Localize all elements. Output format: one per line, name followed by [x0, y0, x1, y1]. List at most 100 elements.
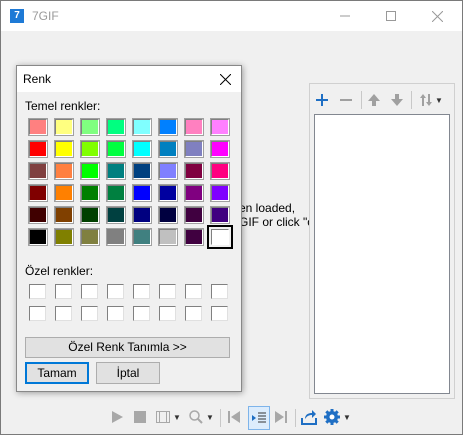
custom-colors-label: Özel renkler: — [25, 264, 94, 278]
custom-color-swatch[interactable] — [211, 306, 228, 321]
color-swatch[interactable] — [106, 184, 126, 202]
minimize-button[interactable] — [322, 1, 368, 31]
custom-color-swatch[interactable] — [55, 306, 72, 321]
play-button[interactable] — [109, 406, 125, 428]
ok-button[interactable]: Tamam — [25, 362, 89, 384]
color-swatch[interactable] — [28, 228, 48, 246]
color-swatch[interactable] — [210, 118, 230, 136]
color-swatch[interactable] — [184, 162, 204, 180]
color-swatch[interactable] — [184, 184, 204, 202]
color-swatch[interactable] — [132, 162, 152, 180]
move-up-button[interactable] — [364, 90, 384, 110]
move-up-icon — [368, 94, 380, 106]
custom-color-swatch[interactable] — [185, 284, 202, 299]
chevron-down-icon: ▼ — [435, 95, 443, 105]
color-swatch[interactable] — [184, 228, 204, 246]
custom-color-swatch[interactable] — [159, 306, 176, 321]
sort-button[interactable]: ▼ — [416, 90, 446, 110]
dialog-close-button[interactable] — [213, 68, 237, 90]
toolbar-separator — [220, 409, 221, 427]
color-swatch[interactable] — [210, 140, 230, 158]
bottom-toolbar: ▼ ▼ ▼ — [1, 403, 462, 431]
color-swatch[interactable] — [80, 118, 100, 136]
color-swatch[interactable] — [54, 228, 74, 246]
color-swatch[interactable] — [210, 162, 230, 180]
color-swatch[interactable] — [184, 140, 204, 158]
move-down-icon — [391, 94, 403, 106]
share-button[interactable] — [300, 406, 318, 428]
cancel-button[interactable]: İptal — [96, 362, 160, 384]
color-swatch[interactable] — [207, 225, 233, 249]
settings-dropdown[interactable]: ▼ — [323, 406, 351, 428]
custom-color-swatch[interactable] — [107, 306, 124, 321]
custom-color-swatch[interactable] — [211, 284, 228, 299]
color-swatch[interactable] — [158, 184, 178, 202]
zoom-icon — [189, 410, 203, 424]
zoom-dropdown[interactable]: ▼ — [188, 406, 214, 428]
color-swatch[interactable] — [210, 206, 230, 224]
frames-list[interactable] — [314, 114, 450, 394]
color-swatch[interactable] — [28, 118, 48, 136]
add-button[interactable] — [312, 90, 332, 110]
stop-button[interactable] — [132, 406, 148, 428]
color-swatch[interactable] — [54, 162, 74, 180]
first-frame-button[interactable] — [226, 406, 242, 428]
color-swatch[interactable] — [184, 118, 204, 136]
maximize-button[interactable] — [368, 1, 414, 31]
last-frame-icon — [275, 411, 287, 423]
color-swatch[interactable] — [106, 206, 126, 224]
custom-color-swatch[interactable] — [133, 284, 150, 299]
color-swatch[interactable] — [54, 140, 74, 158]
custom-color-swatch[interactable] — [81, 284, 98, 299]
color-swatch[interactable] — [54, 206, 74, 224]
color-swatch[interactable] — [54, 118, 74, 136]
color-swatch[interactable] — [54, 184, 74, 202]
color-swatch[interactable] — [184, 206, 204, 224]
color-swatch[interactable] — [158, 206, 178, 224]
color-swatch[interactable] — [132, 228, 152, 246]
frames-dropdown[interactable]: ▼ — [155, 406, 181, 428]
custom-color-swatch[interactable] — [133, 306, 150, 321]
color-swatch[interactable] — [28, 206, 48, 224]
custom-color-swatch[interactable] — [81, 306, 98, 321]
title-bar: 7 7GIF — [1, 1, 462, 31]
remove-button[interactable] — [336, 90, 356, 110]
color-swatch[interactable] — [158, 118, 178, 136]
custom-color-swatch[interactable] — [159, 284, 176, 299]
custom-color-swatch[interactable] — [29, 306, 46, 321]
color-swatch[interactable] — [158, 140, 178, 158]
color-swatch[interactable] — [106, 228, 126, 246]
custom-color-swatch[interactable] — [185, 306, 202, 321]
color-swatch[interactable] — [210, 184, 230, 202]
color-swatch[interactable] — [106, 162, 126, 180]
last-frame-button[interactable] — [273, 406, 289, 428]
chevron-down-icon: ▼ — [173, 412, 181, 422]
color-swatch[interactable] — [28, 140, 48, 158]
color-swatch[interactable] — [132, 118, 152, 136]
chevron-down-icon: ▼ — [206, 412, 214, 422]
color-swatch[interactable] — [158, 162, 178, 180]
color-swatch[interactable] — [132, 206, 152, 224]
color-swatch[interactable] — [158, 228, 178, 246]
color-swatch[interactable] — [106, 140, 126, 158]
close-button[interactable] — [414, 1, 460, 31]
color-swatch[interactable] — [132, 140, 152, 158]
custom-color-swatch[interactable] — [29, 284, 46, 299]
custom-color-swatch[interactable] — [107, 284, 124, 299]
frame-list-button[interactable] — [248, 406, 270, 430]
color-swatch[interactable] — [28, 184, 48, 202]
custom-color-swatch[interactable] — [55, 284, 72, 299]
define-custom-colors-button[interactable]: Özel Renk Tanımla >> — [25, 337, 230, 358]
color-swatch[interactable] — [132, 184, 152, 202]
dialog-title: Renk — [23, 72, 52, 86]
color-swatch[interactable] — [80, 140, 100, 158]
color-swatch[interactable] — [80, 184, 100, 202]
color-swatch[interactable] — [80, 228, 100, 246]
move-down-button[interactable] — [387, 90, 407, 110]
color-swatch[interactable] — [80, 162, 100, 180]
stop-icon — [134, 411, 146, 423]
toolbar-separator — [411, 91, 412, 109]
color-swatch[interactable] — [106, 118, 126, 136]
color-swatch[interactable] — [28, 162, 48, 180]
color-swatch[interactable] — [80, 206, 100, 224]
